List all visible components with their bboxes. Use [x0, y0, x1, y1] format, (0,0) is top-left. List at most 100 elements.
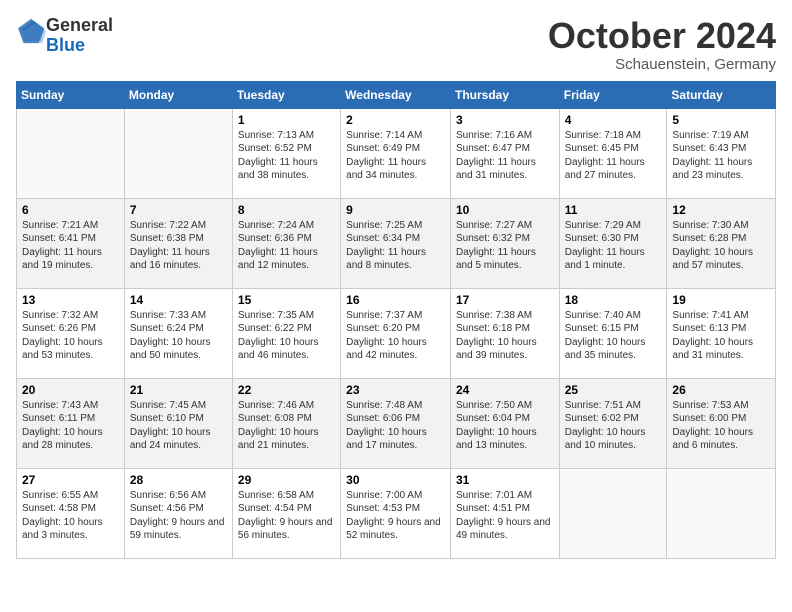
day-info: Sunrise: 7:00 AM Sunset: 4:53 PM Dayligh…: [346, 489, 445, 543]
day-number: 10: [456, 203, 554, 217]
calendar-cell: 29 Sunrise: 6:58 AM Sunset: 4:54 PM Dayli…: [232, 468, 340, 558]
calendar-cell: 14 Sunrise: 7:33 AM Sunset: 6:24 PM Dayli…: [124, 288, 232, 378]
header-wednesday: Wednesday: [341, 81, 451, 108]
calendar-cell: 28Sunrise: 6:56 AM Sunset: 4:56 PM Dayli…: [124, 468, 232, 558]
day-info: Sunrise: 7:29 AM Sunset: 6:30 PM Dayligh…: [565, 219, 662, 273]
calendar-cell: 7 Sunrise: 7:22 AM Sunset: 6:38 PM Daylig…: [124, 198, 232, 288]
calendar-cell: 23 Sunrise: 7:48 AM Sunset: 6:06 PM Dayli…: [341, 378, 451, 468]
day-number: 6: [22, 203, 119, 217]
day-number: 25: [565, 383, 662, 397]
day-number: 19: [672, 293, 770, 307]
day-number: 4: [565, 113, 662, 127]
day-number: 5: [672, 113, 770, 127]
day-number: 12: [672, 203, 770, 217]
day-info: Sunrise: 7:48 AM Sunset: 6:06 PM Dayligh…: [346, 399, 445, 453]
month-title: October 2024: [548, 16, 776, 56]
day-number: 14: [130, 293, 227, 307]
calendar-week-2: 6 Sunrise: 7:21 AM Sunset: 6:41 PM Daylig…: [17, 198, 776, 288]
location-subtitle: Schauenstein, Germany: [548, 56, 776, 73]
day-number: 3: [456, 113, 554, 127]
day-number: 20: [22, 383, 119, 397]
day-number: 22: [238, 383, 335, 397]
day-number: 1: [238, 113, 335, 127]
calendar-cell: 20 Sunrise: 7:43 AM Sunset: 6:11 PM Dayli…: [17, 378, 125, 468]
calendar-cell: 13 Sunrise: 7:32 AM Sunset: 6:26 PM Dayli…: [17, 288, 125, 378]
day-info: Sunrise: 7:33 AM Sunset: 6:24 PM Dayligh…: [130, 309, 227, 363]
calendar-table: SundayMondayTuesdayWednesdayThursdayFrid…: [16, 81, 776, 559]
calendar-cell: 30 Sunrise: 7:00 AM Sunset: 4:53 PM Dayli…: [341, 468, 451, 558]
day-info: Sunrise: 7:25 AM Sunset: 6:34 PM Dayligh…: [346, 219, 445, 273]
day-info: Sunrise: 7:14 AM Sunset: 6:49 PM Dayligh…: [346, 129, 445, 183]
day-number: 21: [130, 383, 227, 397]
day-info: Sunrise: 7:22 AM Sunset: 6:38 PM Dayligh…: [130, 219, 227, 273]
logo-text: General Blue: [46, 16, 113, 56]
day-info: Sunrise: 6:58 AM Sunset: 4:54 PM Dayligh…: [238, 489, 335, 543]
day-number: 30: [346, 473, 445, 487]
logo-general: General: [46, 15, 113, 35]
day-number: 9: [346, 203, 445, 217]
day-info: Sunrise: 7:27 AM Sunset: 6:32 PM Dayligh…: [456, 219, 554, 273]
calendar-cell: 17Sunrise: 7:38 AM Sunset: 6:18 PM Dayli…: [450, 288, 559, 378]
day-info: Sunrise: 7:30 AM Sunset: 6:28 PM Dayligh…: [672, 219, 770, 273]
day-info: Sunrise: 7:21 AM Sunset: 6:41 PM Dayligh…: [22, 219, 119, 273]
day-number: 29: [238, 473, 335, 487]
page-header: General Blue October 2024 Schauenstein, …: [16, 16, 776, 73]
day-number: 31: [456, 473, 554, 487]
day-number: 13: [22, 293, 119, 307]
day-info: Sunrise: 7:16 AM Sunset: 6:47 PM Dayligh…: [456, 129, 554, 183]
calendar-cell: 8 Sunrise: 7:24 AM Sunset: 6:36 PM Daylig…: [232, 198, 340, 288]
day-info: Sunrise: 7:24 AM Sunset: 6:36 PM Dayligh…: [238, 219, 335, 273]
day-info: Sunrise: 7:40 AM Sunset: 6:15 PM Dayligh…: [565, 309, 662, 363]
calendar-header-row: SundayMondayTuesdayWednesdayThursdayFrid…: [17, 81, 776, 108]
day-info: Sunrise: 7:41 AM Sunset: 6:13 PM Dayligh…: [672, 309, 770, 363]
calendar-week-4: 20 Sunrise: 7:43 AM Sunset: 6:11 PM Dayli…: [17, 378, 776, 468]
day-number: 17: [456, 293, 554, 307]
calendar-cell: 25Sunrise: 7:51 AM Sunset: 6:02 PM Dayli…: [559, 378, 667, 468]
header-tuesday: Tuesday: [232, 81, 340, 108]
calendar-cell: 6 Sunrise: 7:21 AM Sunset: 6:41 PM Daylig…: [17, 198, 125, 288]
day-info: Sunrise: 7:43 AM Sunset: 6:11 PM Dayligh…: [22, 399, 119, 453]
calendar-cell: 2Sunrise: 7:14 AM Sunset: 6:49 PM Daylig…: [341, 108, 451, 198]
calendar-cell: 1Sunrise: 7:13 AM Sunset: 6:52 PM Daylig…: [232, 108, 340, 198]
day-info: Sunrise: 7:53 AM Sunset: 6:00 PM Dayligh…: [672, 399, 770, 453]
calendar-cell: 26 Sunrise: 7:53 AM Sunset: 6:00 PM Dayli…: [667, 378, 776, 468]
day-info: Sunrise: 7:32 AM Sunset: 6:26 PM Dayligh…: [22, 309, 119, 363]
day-info: Sunrise: 7:35 AM Sunset: 6:22 PM Dayligh…: [238, 309, 335, 363]
calendar-cell: 16Sunrise: 7:37 AM Sunset: 6:20 PM Dayli…: [341, 288, 451, 378]
header-friday: Friday: [559, 81, 667, 108]
day-info: Sunrise: 6:55 AM Sunset: 4:58 PM Dayligh…: [22, 489, 119, 543]
calendar-cell: 27 Sunrise: 6:55 AM Sunset: 4:58 PM Dayli…: [17, 468, 125, 558]
calendar-cell: 24Sunrise: 7:50 AM Sunset: 6:04 PM Dayli…: [450, 378, 559, 468]
calendar-cell: 15 Sunrise: 7:35 AM Sunset: 6:22 PM Dayli…: [232, 288, 340, 378]
calendar-cell: 19 Sunrise: 7:41 AM Sunset: 6:13 PM Dayli…: [667, 288, 776, 378]
calendar-cell: 22 Sunrise: 7:46 AM Sunset: 6:08 PM Dayli…: [232, 378, 340, 468]
day-info: Sunrise: 7:46 AM Sunset: 6:08 PM Dayligh…: [238, 399, 335, 453]
calendar-cell: 11 Sunrise: 7:29 AM Sunset: 6:30 PM Dayli…: [559, 198, 667, 288]
day-number: 26: [672, 383, 770, 397]
day-number: 18: [565, 293, 662, 307]
header-sunday: Sunday: [17, 81, 125, 108]
day-number: 11: [565, 203, 662, 217]
calendar-cell: 10 Sunrise: 7:27 AM Sunset: 6:32 PM Dayli…: [450, 198, 559, 288]
day-number: 15: [238, 293, 335, 307]
calendar-cell: 3 Sunrise: 7:16 AM Sunset: 6:47 PM Daylig…: [450, 108, 559, 198]
day-info: Sunrise: 7:37 AM Sunset: 6:20 PM Dayligh…: [346, 309, 445, 363]
calendar-cell: 21Sunrise: 7:45 AM Sunset: 6:10 PM Dayli…: [124, 378, 232, 468]
calendar-cell: 5 Sunrise: 7:19 AM Sunset: 6:43 PM Daylig…: [667, 108, 776, 198]
header-saturday: Saturday: [667, 81, 776, 108]
calendar-cell: [559, 468, 667, 558]
calendar-week-3: 13 Sunrise: 7:32 AM Sunset: 6:26 PM Dayli…: [17, 288, 776, 378]
day-number: 8: [238, 203, 335, 217]
day-number: 23: [346, 383, 445, 397]
day-info: Sunrise: 7:19 AM Sunset: 6:43 PM Dayligh…: [672, 129, 770, 183]
calendar-cell: 9 Sunrise: 7:25 AM Sunset: 6:34 PM Daylig…: [341, 198, 451, 288]
day-info: Sunrise: 7:18 AM Sunset: 6:45 PM Dayligh…: [565, 129, 662, 183]
calendar-cell: 31 Sunrise: 7:01 AM Sunset: 4:51 PM Dayli…: [450, 468, 559, 558]
calendar-cell: [667, 468, 776, 558]
day-number: 27: [22, 473, 119, 487]
calendar-cell: 18 Sunrise: 7:40 AM Sunset: 6:15 PM Dayli…: [559, 288, 667, 378]
day-number: 7: [130, 203, 227, 217]
calendar-week-5: 27 Sunrise: 6:55 AM Sunset: 4:58 PM Dayli…: [17, 468, 776, 558]
calendar-cell: 4 Sunrise: 7:18 AM Sunset: 6:45 PM Daylig…: [559, 108, 667, 198]
day-info: Sunrise: 7:01 AM Sunset: 4:51 PM Dayligh…: [456, 489, 554, 543]
